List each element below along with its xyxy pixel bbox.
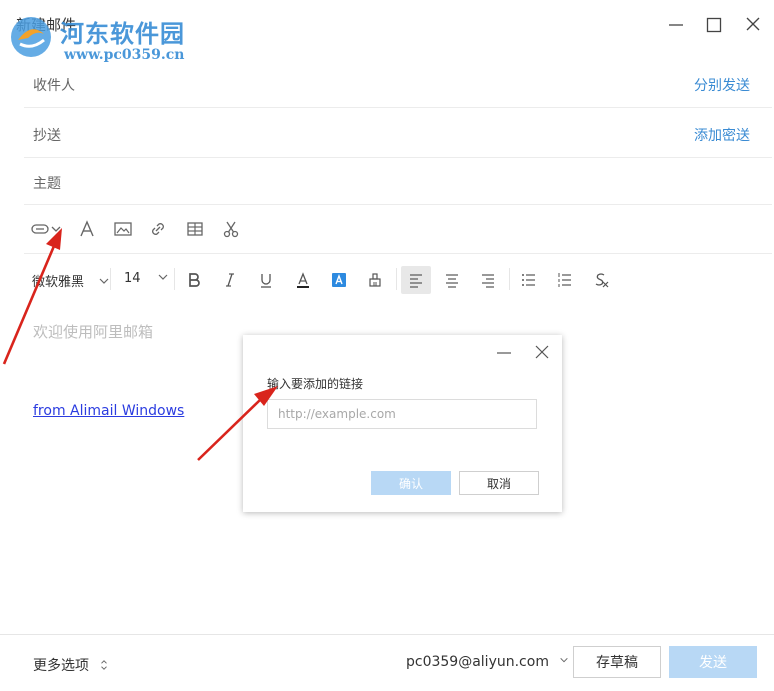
font-color-button[interactable] (288, 266, 318, 294)
font-icon (80, 220, 94, 237)
chevron-down-icon (158, 274, 168, 280)
maximize-icon (706, 17, 722, 33)
link-url-input[interactable] (267, 399, 537, 429)
align-center-icon (446, 274, 458, 288)
minimize-icon (497, 352, 511, 354)
send-button[interactable]: 发送 (669, 646, 757, 678)
more-options-button[interactable]: 更多选项 (33, 655, 109, 675)
link-icon (152, 223, 164, 235)
save-draft-button[interactable]: 存草稿 (573, 646, 661, 678)
insert-toolbar (24, 205, 772, 254)
subject-label: 主题 (33, 176, 61, 192)
font-family-value: 微软雅黑 (32, 275, 85, 290)
more-options-label: 更多选项 (33, 658, 89, 674)
bold-button[interactable] (179, 266, 209, 294)
bullet-list-icon (522, 274, 535, 286)
image-icon (114, 222, 132, 236)
screenshot-button[interactable] (219, 217, 243, 241)
numbered-list-icon (558, 273, 571, 287)
cancel-button[interactable]: 取消 (459, 471, 539, 495)
watermark-name: 河东软件园 (60, 19, 185, 48)
font-button[interactable] (75, 217, 99, 241)
to-field[interactable]: 收件人 分别发送 (24, 57, 772, 108)
sender-address: pc0359@aliyun.com (406, 654, 549, 670)
font-size-value: 14 (124, 271, 141, 286)
clear-format-button[interactable] (586, 266, 616, 294)
to-label: 收件人 (33, 78, 75, 94)
minimize-button[interactable] (662, 12, 690, 38)
font-size-select[interactable]: 14 (124, 271, 169, 286)
expand-icon (101, 660, 108, 670)
highlight-button[interactable] (324, 266, 354, 294)
sender-select[interactable]: pc0359@aliyun.com (406, 654, 569, 670)
bullet-list-button[interactable] (514, 266, 544, 294)
format-painter-button[interactable] (360, 266, 390, 294)
italic-button[interactable] (215, 266, 245, 294)
divider (174, 268, 175, 290)
format-painter-icon (369, 273, 381, 287)
scissors-icon (223, 221, 239, 238)
close-icon (535, 345, 549, 359)
underline-button[interactable] (251, 266, 281, 294)
attachment-dropdown[interactable] (49, 217, 63, 241)
chevron-down-icon (99, 278, 109, 284)
signature-link[interactable]: from Alimail Windows (33, 403, 184, 419)
divider (396, 268, 397, 290)
highlight-icon (332, 273, 346, 287)
numbered-list-button[interactable] (550, 266, 580, 294)
watermark-logo-icon (11, 17, 51, 57)
table-button[interactable] (183, 217, 207, 241)
link-button[interactable] (146, 217, 170, 241)
divider (509, 268, 510, 290)
font-family-select[interactable]: 微软雅黑 (32, 271, 110, 290)
cc-label: 抄送 (33, 128, 61, 144)
align-right-button[interactable] (473, 266, 503, 294)
insert-link-dialog: 输入要添加的链接 确认 取消 (243, 335, 562, 512)
table-icon (187, 222, 203, 236)
underline-icon (261, 274, 271, 288)
format-toolbar: 微软雅黑 14 (24, 254, 772, 304)
subject-field[interactable]: 主题 (24, 156, 772, 205)
dialog-close-button[interactable] (531, 343, 553, 363)
cc-field[interactable]: 抄送 添加密送 (24, 107, 772, 158)
italic-icon (226, 273, 234, 287)
confirm-button[interactable]: 确认 (371, 471, 451, 495)
font-color-icon (297, 272, 309, 288)
close-button[interactable] (739, 12, 767, 38)
minimize-icon (669, 24, 683, 26)
clear-format-icon (595, 273, 609, 288)
divider (110, 268, 111, 290)
align-left-button[interactable] (401, 266, 431, 294)
close-icon (746, 17, 760, 31)
image-button[interactable] (111, 217, 135, 241)
maximize-button[interactable] (700, 12, 728, 38)
add-bcc-link[interactable]: 添加密送 (694, 125, 750, 145)
align-left-icon (410, 274, 422, 288)
align-center-button[interactable] (437, 266, 467, 294)
editor-placeholder[interactable]: 欢迎使用阿里邮箱 (33, 321, 153, 342)
send-separately-link[interactable]: 分别发送 (694, 75, 750, 95)
link-prompt-label: 输入要添加的链接 (267, 377, 364, 391)
chevron-down-icon (51, 226, 61, 232)
footer-bar: 更多选项 pc0359@aliyun.com 存草稿 发送 (0, 634, 774, 691)
bold-icon (189, 273, 200, 287)
align-right-icon (482, 274, 494, 288)
dialog-minimize-button[interactable] (493, 343, 515, 363)
chevron-down-icon (560, 657, 569, 663)
